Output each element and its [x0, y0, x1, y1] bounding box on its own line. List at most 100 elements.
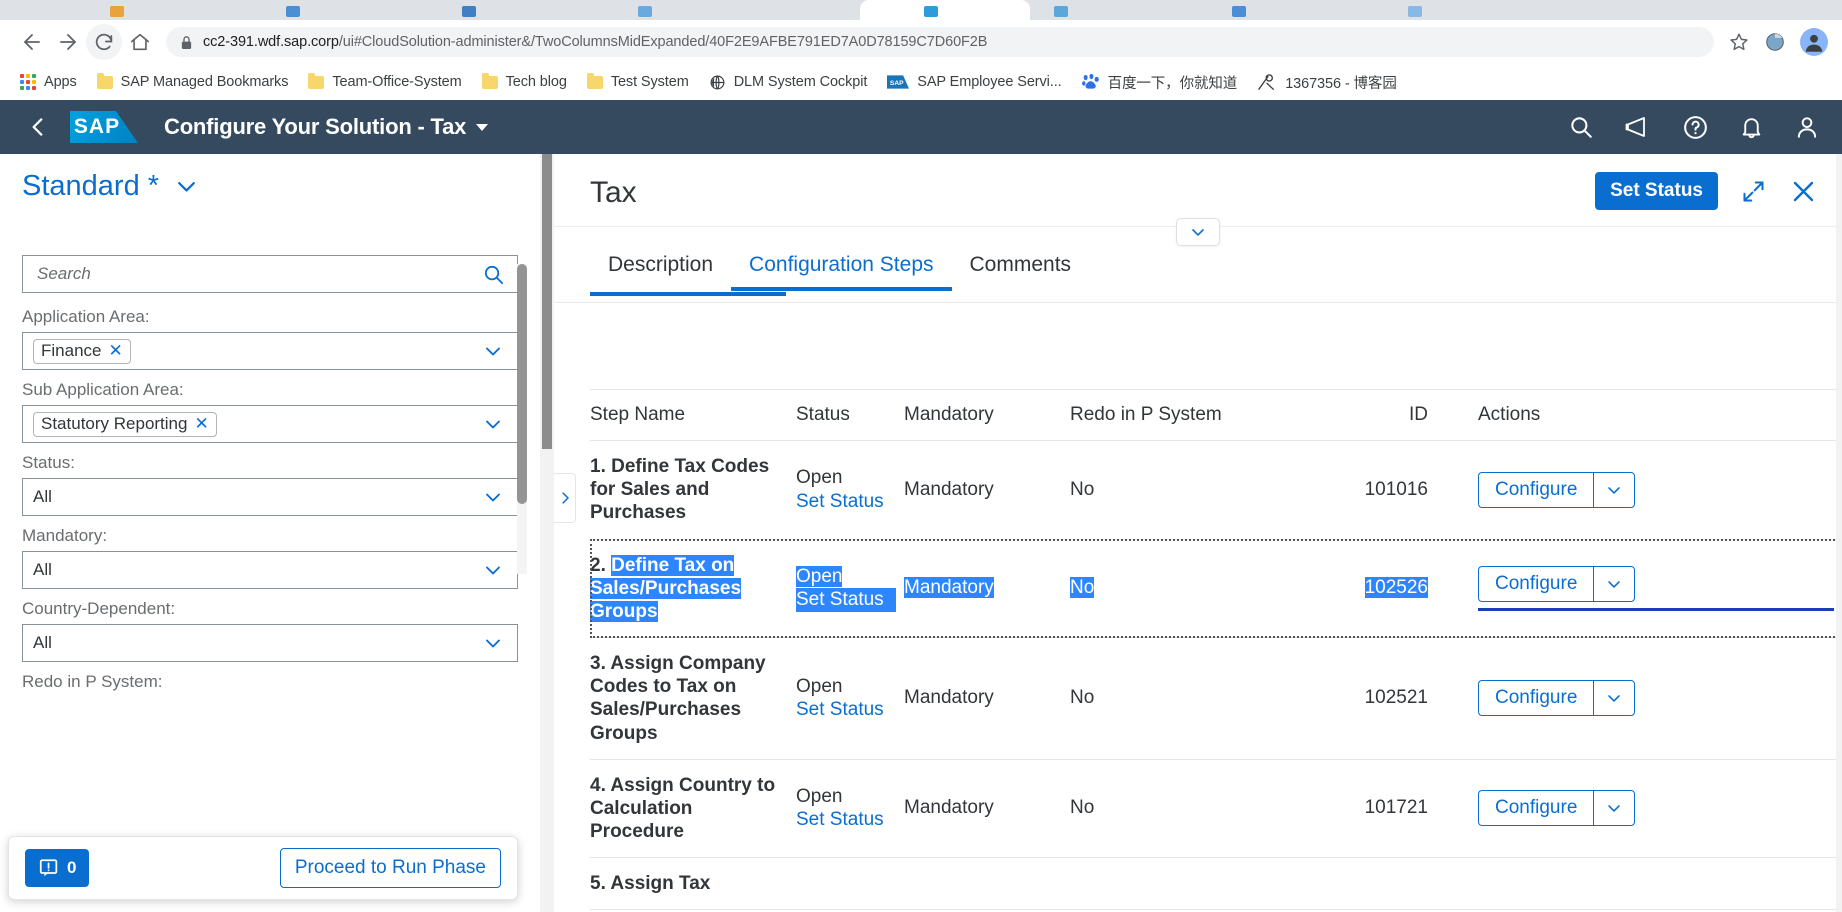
chevron-down-icon[interactable]: [1593, 471, 1636, 508]
help-icon[interactable]: [1682, 114, 1709, 141]
chevron-down-icon[interactable]: [481, 631, 507, 655]
bookmark-label: SAP Managed Bookmarks: [120, 74, 289, 90]
search-input[interactable]: [35, 263, 482, 285]
filter-value: All: [33, 633, 52, 652]
message-count-button[interactable]: 0: [25, 849, 90, 887]
back-button[interactable]: [14, 24, 50, 60]
proceed-to-run-phase-button[interactable]: Proceed to Run Phase: [279, 848, 501, 888]
tab-comments[interactable]: Comments: [952, 245, 1090, 291]
table-row-selected[interactable]: 2. Define Tax on Sales/Purchases Groups …: [590, 539, 1842, 639]
page-title: Tax: [590, 176, 637, 209]
chevron-down-icon[interactable]: [481, 558, 507, 582]
table-row[interactable]: 1. Define Tax Codes for Sales and Purcha…: [590, 440, 1842, 540]
filter-sub-application-area[interactable]: Statutory Reporting ✕: [22, 405, 518, 443]
bookmark-team-office-system[interactable]: Team-Office-System: [300, 70, 469, 94]
chevron-down-icon[interactable]: [481, 485, 507, 509]
column-header-status[interactable]: Status: [796, 389, 904, 441]
reload-button[interactable]: [86, 24, 122, 60]
shell-back-button[interactable]: [18, 107, 58, 147]
token-statutory-reporting[interactable]: Statutory Reporting ✕: [33, 411, 217, 437]
configure-button[interactable]: Configure: [1478, 790, 1594, 827]
filter-country-dependent[interactable]: All: [22, 624, 518, 662]
chevron-down-icon[interactable]: [481, 412, 507, 436]
bell-icon[interactable]: [1739, 114, 1764, 140]
tab-favicon: [1054, 6, 1068, 17]
bookmark-baidu[interactable]: 百度一下，你就知道: [1074, 68, 1246, 97]
table-row[interactable]: 3. Assign Company Codes to Tax on Sales/…: [590, 637, 1842, 760]
column-header-mandatory[interactable]: Mandatory: [904, 389, 1070, 441]
chevron-down-icon[interactable]: [481, 339, 507, 363]
browser-tabstrip[interactable]: [0, 0, 1842, 20]
close-icon[interactable]: ✕: [108, 342, 122, 359]
configure-split-button[interactable]: Configure: [1478, 790, 1636, 827]
scrollbar-thumb[interactable]: [517, 264, 527, 504]
set-status-link[interactable]: Set Status: [796, 808, 896, 832]
token-finance[interactable]: Finance ✕: [33, 338, 131, 364]
proceed-label: Proceed to Run Phase: [294, 857, 486, 878]
user-icon[interactable]: [1794, 114, 1820, 140]
bookmark-apps[interactable]: Apps: [12, 70, 85, 94]
column-splitter[interactable]: [540, 154, 554, 912]
expand-left-panel-handle[interactable]: [554, 473, 576, 523]
folder-icon: [586, 72, 603, 89]
close-icon[interactable]: [1789, 177, 1818, 206]
bookmark-star-icon[interactable]: [1722, 25, 1756, 59]
splitter-bar[interactable]: [542, 154, 552, 449]
column-header-redo-in-p-system[interactable]: Redo in P System: [1070, 389, 1330, 441]
tab-configuration-steps[interactable]: Configuration Steps: [731, 245, 952, 291]
chevron-down-icon[interactable]: [173, 173, 200, 200]
megaphone-icon[interactable]: [1624, 114, 1652, 140]
browser-tab-active[interactable]: [860, 0, 1030, 20]
bookmark-label: DLM System Cockpit: [733, 74, 868, 90]
filter-status[interactable]: All: [22, 478, 518, 516]
home-button[interactable]: [122, 24, 158, 60]
bookmark-cnblogs[interactable]: 1367356 - 博客园: [1249, 68, 1405, 97]
set-status-link[interactable]: Set Status: [796, 588, 896, 613]
set-status-link[interactable]: Set Status: [796, 490, 896, 514]
close-icon[interactable]: ✕: [194, 415, 208, 432]
filter-value: All: [33, 560, 52, 579]
search-icon[interactable]: [482, 263, 505, 286]
bookmark-dlm-system-cockpit[interactable]: DLM System Cockpit: [701, 70, 876, 95]
set-status-link[interactable]: Set Status: [796, 698, 896, 722]
collapse-header-button[interactable]: [1176, 218, 1220, 246]
bookmark-sap-employee-services[interactable]: SAP SAP Employee Servi...: [879, 70, 1069, 94]
configure-button[interactable]: Configure: [1478, 680, 1594, 717]
caret-down-icon[interactable]: [476, 123, 489, 131]
forward-button[interactable]: [50, 24, 86, 60]
sap-logo[interactable]: SAP: [70, 111, 138, 143]
bookmark-sap-managed-bookmarks[interactable]: SAP Managed Bookmarks: [89, 70, 297, 94]
sidebar-scrollbar[interactable]: [517, 264, 527, 574]
set-status-button[interactable]: Set Status: [1595, 172, 1718, 210]
profile-avatar[interactable]: [1800, 28, 1828, 56]
search-input-wrapper[interactable]: [22, 255, 518, 293]
cell-id: 101016: [1330, 440, 1450, 540]
chevron-down-icon[interactable]: [1593, 680, 1636, 717]
configure-split-button[interactable]: Configure: [1478, 565, 1636, 602]
configure-button[interactable]: Configure: [1478, 565, 1594, 602]
column-header-id[interactable]: ID: [1330, 389, 1450, 441]
tab-description[interactable]: Description: [590, 245, 731, 291]
toolbar-right-icons: [1722, 25, 1828, 59]
column-header-step-name[interactable]: Step Name: [590, 389, 796, 441]
shell-title[interactable]: Configure Your Solution - Tax: [164, 114, 489, 140]
set-status-label: Set Status: [1610, 180, 1703, 201]
variant-selector[interactable]: Standard *: [22, 154, 518, 203]
bookmark-tech-blog[interactable]: Tech blog: [474, 70, 575, 94]
table-row[interactable]: 4. Assign Country to Calculation Procedu…: [590, 759, 1842, 859]
bookmark-test-system[interactable]: Test System: [579, 70, 697, 94]
table-row[interactable]: 5. Assign Tax: [590, 857, 1842, 911]
column-header-actions[interactable]: Actions: [1450, 389, 1842, 441]
bookmark-label: 1367356 - 博客园: [1285, 75, 1397, 92]
chevron-down-icon[interactable]: [1593, 565, 1636, 602]
search-icon[interactable]: [1568, 114, 1594, 140]
extension-icon[interactable]: [1758, 25, 1792, 59]
expand-icon[interactable]: [1740, 178, 1767, 205]
configure-split-button[interactable]: Configure: [1478, 680, 1636, 717]
configure-split-button[interactable]: Configure: [1478, 471, 1636, 508]
filter-application-area[interactable]: Finance ✕: [22, 332, 518, 370]
filter-mandatory[interactable]: All: [22, 551, 518, 589]
address-bar[interactable]: cc2-391.wdf.sap.corp/ui#CloudSolution-ad…: [166, 27, 1714, 57]
chevron-down-icon[interactable]: [1593, 790, 1636, 827]
configure-button[interactable]: Configure: [1478, 471, 1594, 508]
